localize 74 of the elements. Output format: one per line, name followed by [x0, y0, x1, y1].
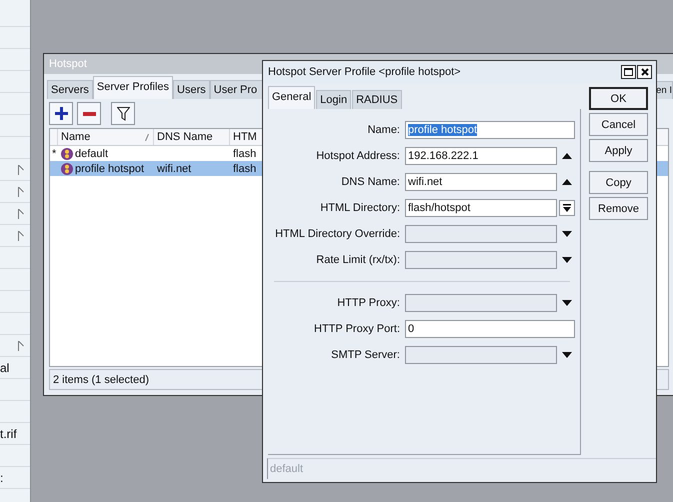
field-label: SMTP Server: [330, 349, 401, 361]
menu-item-label: t.rif [0, 426, 17, 440]
dropdown-field[interactable] [405, 294, 557, 312]
status-text: 2 items (1 selected) [53, 374, 149, 386]
field-label: HTTP Proxy Port: [313, 323, 401, 335]
dropdown-field[interactable] [405, 346, 557, 364]
text-field[interactable]: wifi.net [405, 173, 557, 191]
remove-button[interactable] [77, 102, 101, 125]
field-label: Name: [366, 124, 401, 136]
field-label: Rate Limit (rx/tx): [315, 254, 401, 266]
table-cell: wifi.net [157, 162, 192, 174]
menu-item-label: al [0, 360, 10, 374]
add-button[interactable] [49, 102, 73, 125]
table-cell: flash [233, 148, 256, 160]
field-label: HTML Directory: [319, 202, 401, 214]
text-field[interactable]: profile hotspot [405, 121, 575, 139]
submenu-arrow-icon [18, 208, 24, 218]
column-header[interactable]: HTM [233, 131, 257, 143]
menu-item[interactable]: : [0, 467, 30, 489]
table-cell: default [75, 148, 108, 160]
filter-button[interactable] [111, 102, 135, 125]
submenu-arrow-icon [18, 164, 24, 174]
tab[interactable]: Servers [47, 80, 93, 99]
maximize-icon [624, 68, 633, 76]
dropdown-field[interactable]: flash/hotspot [405, 199, 557, 217]
text-field[interactable]: 192.168.222.1 [405, 147, 557, 165]
profile-icon [61, 148, 73, 160]
table-cell: profile hotspot [75, 162, 144, 174]
dialog-button[interactable]: Apply [589, 139, 648, 162]
submenu-arrow-icon [18, 230, 24, 240]
dialog-button[interactable]: Remove [589, 197, 648, 220]
menu-item[interactable]: al [0, 357, 30, 379]
text-field[interactable]: 0 [405, 320, 575, 338]
up-arrow-icon [562, 179, 572, 185]
minus-icon [82, 112, 96, 116]
down-arrow-icon [562, 231, 572, 237]
down-arrow-icon [563, 204, 571, 212]
maximize-button[interactable] [621, 65, 636, 79]
down-arrow-icon [562, 300, 572, 306]
field-label: Hotspot Address: [315, 150, 401, 162]
dialog-button[interactable]: Cancel [589, 113, 648, 136]
dropdown-button[interactable] [559, 200, 575, 216]
dropdown-field[interactable] [405, 225, 557, 243]
close-button[interactable] [637, 65, 652, 79]
tab[interactable]: Users [173, 80, 210, 99]
window-title: Hotspot [49, 58, 87, 70]
dialog-title: Hotspot Server Profile <profile hotspot> [268, 66, 461, 78]
submenu-arrow-icon [18, 340, 24, 350]
tab[interactable]: General [268, 86, 316, 109]
profile-icon [61, 162, 73, 174]
field-label: DNS Name: [340, 176, 401, 188]
submenu-arrow-icon [18, 186, 24, 196]
filter-icon [116, 106, 130, 120]
table-cell: flash [233, 162, 256, 174]
status-text: default [270, 463, 304, 475]
plus-icon [54, 107, 68, 120]
tab[interactable]: Server Profiles [92, 76, 174, 99]
tab[interactable]: Login [316, 90, 352, 109]
down-arrow-icon [562, 352, 572, 358]
menu-item-label: : [0, 470, 4, 484]
field-label: HTTP Proxy: [336, 297, 401, 309]
up-arrow-icon [562, 153, 572, 159]
column-header[interactable]: DNS Name [157, 131, 213, 143]
column-header[interactable]: Name [61, 131, 90, 143]
dialog-button[interactable]: OK [589, 87, 648, 110]
menu-item[interactable]: t.rif [0, 423, 30, 445]
table-cell: * [52, 148, 56, 160]
tab[interactable]: RADIUS [352, 90, 402, 109]
down-arrow-icon [562, 257, 572, 263]
dialog-button[interactable]: Copy [589, 171, 648, 194]
field-label: HTML Directory Override: [274, 228, 401, 240]
dropdown-field[interactable] [405, 251, 557, 269]
sort-icon [145, 134, 149, 140]
close-icon [640, 68, 648, 76]
